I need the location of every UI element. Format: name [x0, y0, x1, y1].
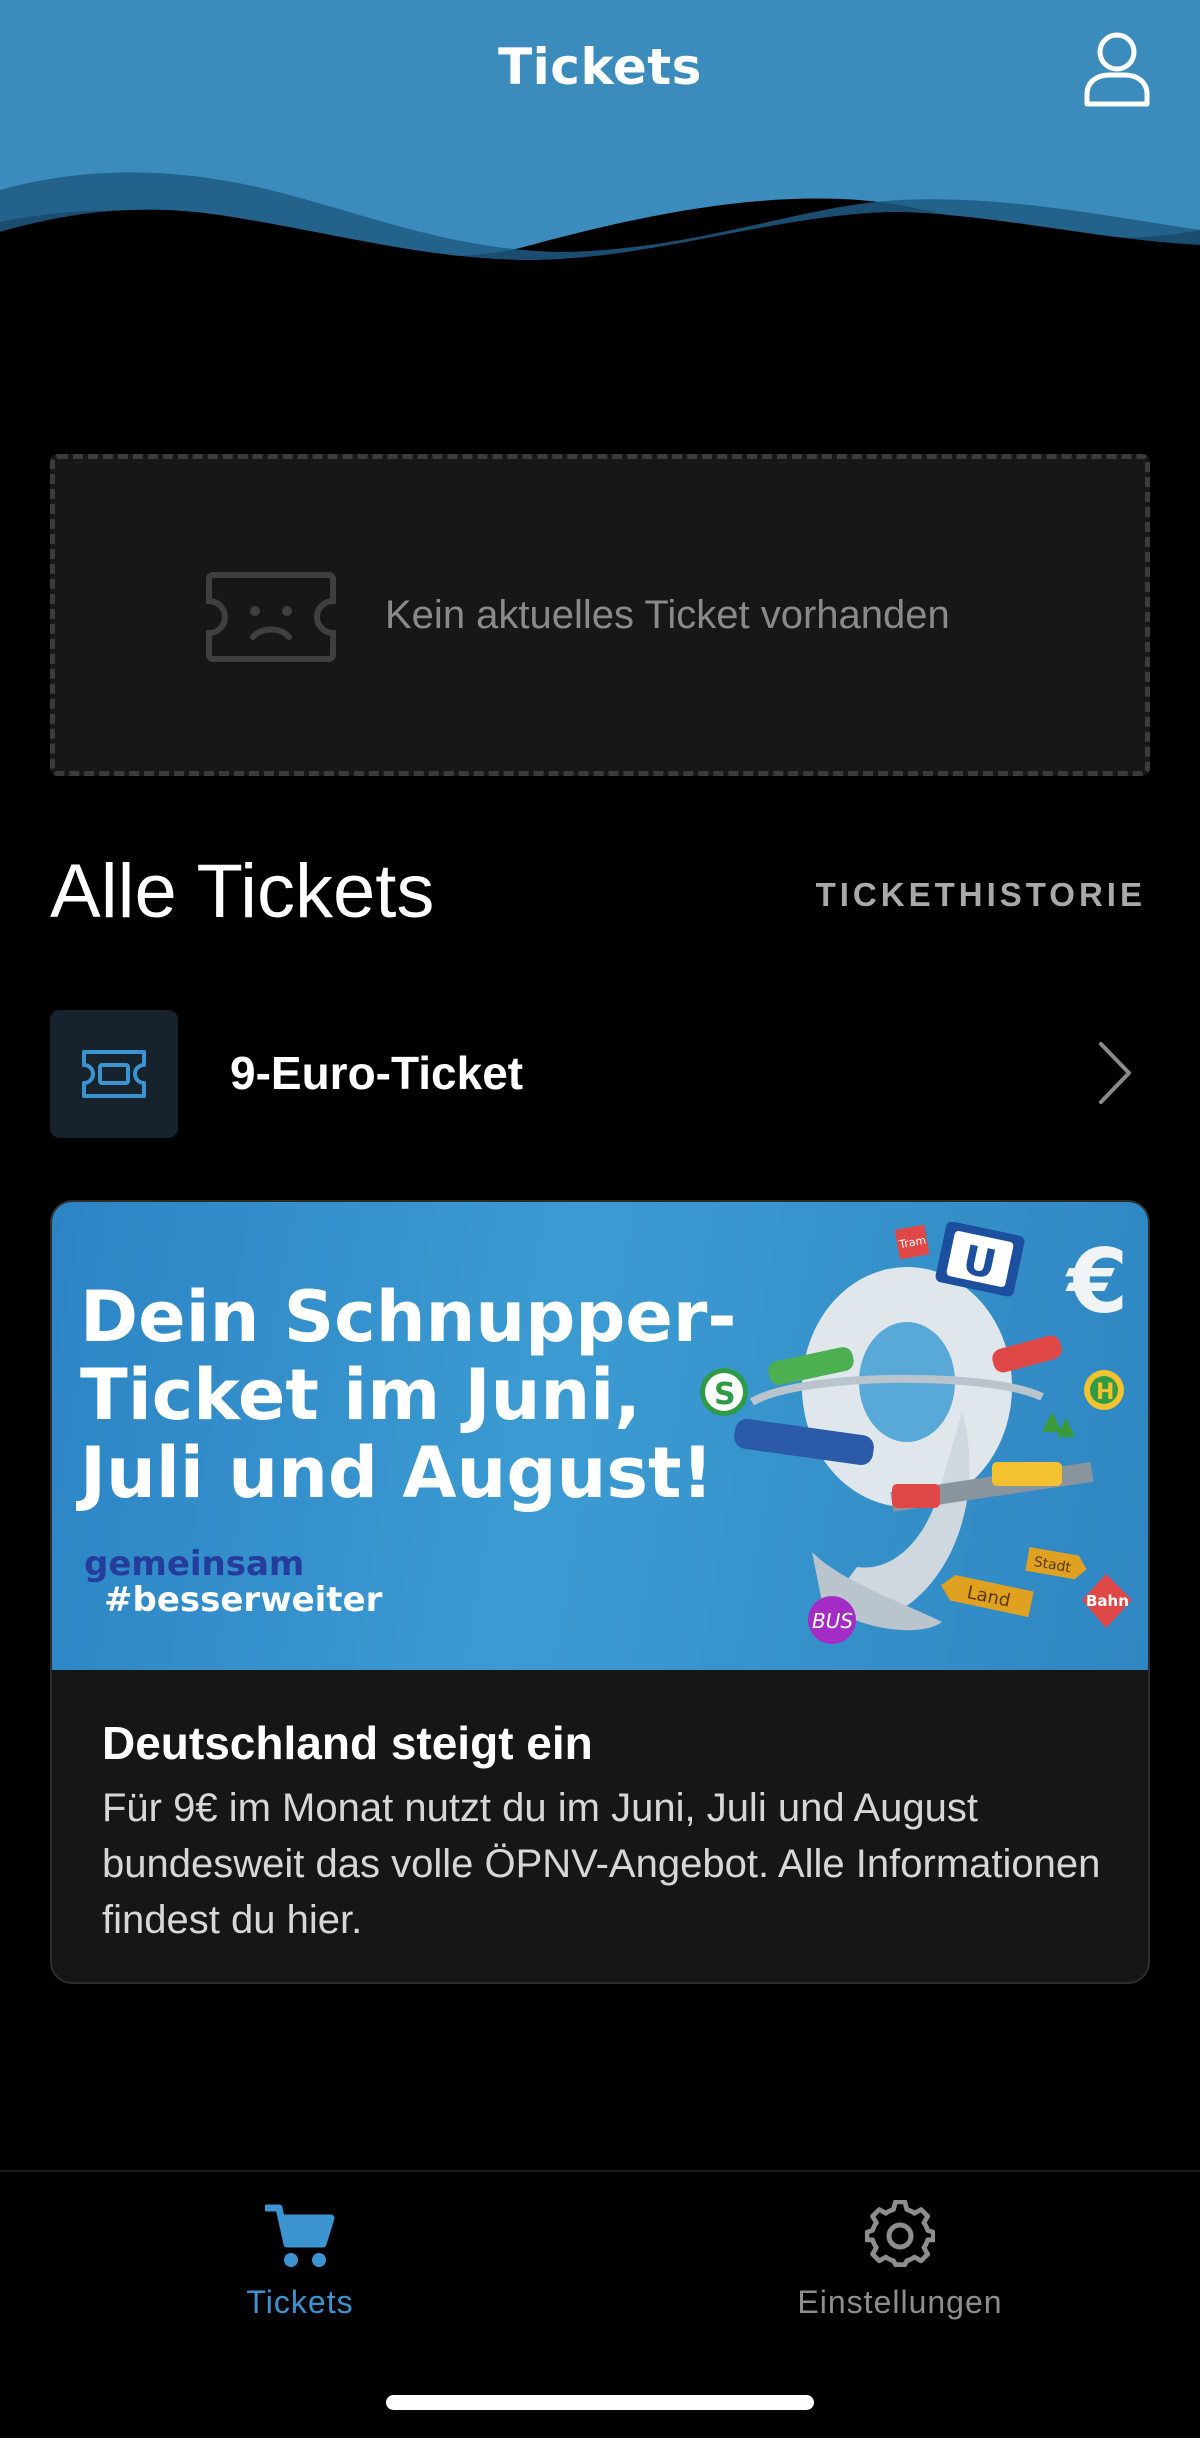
ticket-name: 9-Euro-Ticket	[230, 1047, 524, 1099]
tab-label-settings: Einstellungen	[797, 2284, 1003, 2320]
svg-text:H: H	[1096, 1380, 1114, 1405]
sad-ticket-icon	[206, 572, 336, 662]
empty-ticket-box: Kein aktuelles Ticket vorhanden	[50, 454, 1150, 776]
promo-banner-tag: gemeinsam	[84, 1544, 305, 1584]
chevron-right-icon	[1099, 1042, 1131, 1104]
cart-icon	[265, 2204, 335, 2267]
promo-card[interactable]: Dein Schnupper-Ticket im Juni, Juli und …	[50, 1200, 1150, 1984]
page-title: Tickets	[498, 38, 702, 96]
header: Tickets	[0, 0, 1200, 270]
tram-sign: Tram	[894, 1224, 930, 1260]
svg-text:Bahn: Bahn	[1086, 1592, 1129, 1610]
promo-banner: Dein Schnupper-Ticket im Juni, Juli und …	[52, 1202, 1148, 1670]
ticket-tile	[50, 1010, 178, 1138]
bus-sign: BUS	[808, 1596, 856, 1644]
s-sign: S	[700, 1368, 748, 1416]
profile-button[interactable]	[1083, 32, 1151, 108]
ticket-icon	[82, 1050, 146, 1098]
stadt-sign: Stadt	[1025, 1546, 1087, 1580]
gear-icon	[865, 2200, 935, 2267]
svg-text:€: €	[1065, 1230, 1128, 1333]
h-sign: H	[1084, 1370, 1124, 1410]
promo-banner-hashtag: #besserweiter	[104, 1580, 383, 1620]
tab-settings[interactable]: Einstellungen	[740, 2200, 1060, 2340]
bahn-sign: Bahn	[1082, 1574, 1132, 1628]
ticket-history-link[interactable]: TICKETHISTORIE	[816, 876, 1146, 914]
promo-description: Für 9€ im Monat nutzt du im Juni, Juli u…	[102, 1786, 1101, 1942]
section-title: Alle Tickets	[50, 849, 435, 934]
home-indicator	[386, 2395, 814, 2410]
svg-text:BUS: BUS	[812, 1609, 853, 1633]
ticket-list-item[interactable]: 9-Euro-Ticket	[50, 1010, 1150, 1138]
nine-euro-illustration: U Tram € S H BUS Stadt Land Bahn	[700, 1222, 1132, 1644]
svg-text:S: S	[714, 1377, 736, 1412]
empty-state-text: Kein aktuelles Ticket vorhanden	[385, 593, 950, 637]
land-sign: Land	[941, 1575, 1034, 1618]
promo-title: Deutschland steigt ein	[102, 1717, 593, 1769]
tab-tickets[interactable]: Tickets	[140, 2200, 460, 2340]
euro-sign: €	[1065, 1230, 1128, 1333]
person-icon	[1084, 32, 1150, 107]
promo-banner-headline: Dein Schnupper-Ticket im Juni, Juli und …	[80, 1276, 737, 1514]
tab-label-tickets: Tickets	[246, 2284, 354, 2320]
